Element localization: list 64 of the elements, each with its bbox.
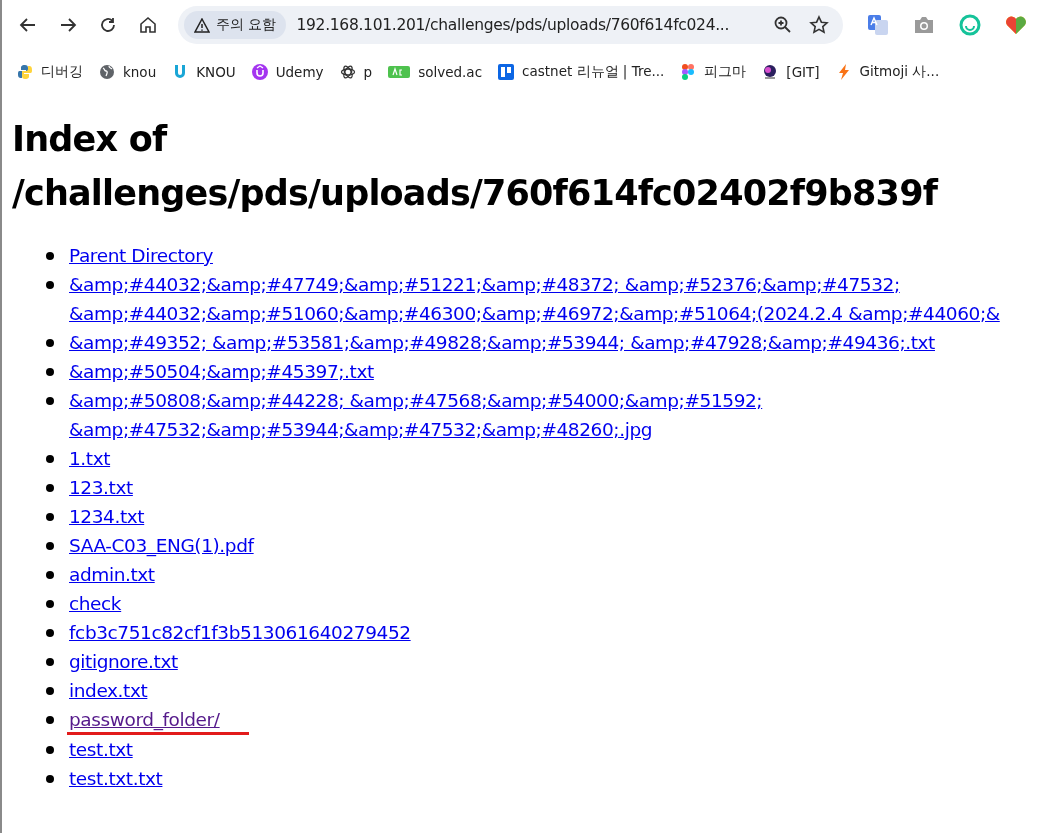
warning-icon	[194, 17, 210, 33]
file-link[interactable]: index.txt	[69, 675, 148, 705]
ac-badge-icon	[388, 64, 411, 80]
file-link[interactable]: admin.txt	[69, 559, 155, 589]
file-link[interactable]: fcb3c751c82cf1f3b513061640279452	[69, 617, 411, 647]
file-link[interactable]: check	[69, 588, 122, 618]
bullet-icon	[46, 483, 54, 492]
bullet-icon	[46, 541, 54, 550]
knot-icon	[339, 64, 356, 80]
file-link[interactable]: 1.txt	[69, 443, 111, 473]
bullet-icon	[46, 512, 54, 521]
reload-icon[interactable]	[99, 16, 117, 34]
translate-icon[interactable]	[867, 14, 889, 36]
bullet-icon	[46, 599, 54, 608]
file-link[interactable]: &amp;#44032;&amp;#47749;&amp;#51221;&amp;#48372; &amp;#52376;&amp;#47532; &amp;#44032;&amp;#51060;&amp;#46300;&amp;#46972;&amp;#51064;(2024.2.4 &amp;#44060;&	[69, 269, 1000, 328]
bullet-icon	[46, 715, 54, 724]
page-heading: Index of /challenges/pds/uploads/760f614fc02402f9b839f	[12, 118, 938, 216]
file-link[interactable]: 1234.txt	[69, 501, 145, 531]
file-link[interactable]: &amp;#49352; &amp;#53581;&amp;#49828;&amp;#53944; &amp;#47928;&amp;#49436;.txt	[69, 327, 935, 357]
forward-icon[interactable]	[59, 16, 77, 34]
file-link[interactable]: test.txt.txt	[69, 763, 163, 793]
trello-icon	[498, 64, 515, 80]
bookmark-item[interactable]: p	[336, 64, 376, 80]
python-icon	[17, 64, 33, 80]
bullet-icon	[46, 686, 54, 695]
figma-icon	[680, 64, 697, 80]
bookmark-item[interactable]: castnet 리뉴얼 | Tre...	[495, 63, 668, 81]
file-link[interactable]: SAA-C03_ENG(1).pdf	[69, 530, 254, 560]
bullet-icon	[46, 251, 54, 260]
bookmark-item[interactable]: knou	[96, 64, 160, 80]
udemy-icon	[251, 64, 268, 80]
bullet-icon	[46, 628, 54, 637]
file-link[interactable]: password_folder/	[69, 704, 249, 734]
heart-icon[interactable]	[1005, 15, 1027, 35]
bullet-icon	[46, 367, 54, 376]
bullet-icon	[46, 338, 54, 347]
file-link[interactable]: test.txt	[69, 734, 133, 764]
bullet-icon	[46, 396, 54, 405]
orb-icon	[762, 64, 779, 80]
bullet-icon	[46, 570, 54, 579]
bookmark-item[interactable]: KNOU	[169, 64, 239, 80]
bookmark-item[interactable]: 피그마	[677, 63, 750, 81]
file-link[interactable]: 123.txt	[69, 472, 133, 502]
bullet-icon	[46, 745, 54, 754]
address-bar[interactable]: 주의 요함 192.168.101.201/challenges/pds/uploads/760f614fc024...	[178, 6, 843, 44]
back-icon[interactable]	[19, 16, 37, 34]
bookmark-item[interactable]: Udemy	[248, 64, 327, 80]
bookmark-item[interactable]: [GIT]	[759, 64, 823, 80]
bullet-icon	[46, 657, 54, 666]
file-link[interactable]: gitignore.txt	[69, 646, 178, 676]
file-link[interactable]: &amp;#50504;&amp;#45397;.txt	[69, 356, 374, 386]
globe-icon	[99, 64, 115, 80]
bullet-icon	[46, 454, 54, 463]
bookmark-item[interactable]: 디버깅	[14, 63, 86, 81]
camera-icon[interactable]	[913, 15, 935, 35]
bookmark-item[interactable]: Gitmoji 사...	[832, 63, 943, 81]
bullet-icon	[46, 774, 54, 783]
url-text: 192.168.101.201/challenges/pds/uploads/760f614fc024...	[296, 16, 731, 34]
file-link[interactable]: &amp;#50808;&amp;#44228; &amp;#47568;&amp;#54000;&amp;#51592; &amp;#47532;&amp;#53944;&amp;#47532;&amp;#48260;.jpg	[69, 385, 763, 444]
file-link[interactable]: Parent Directory	[69, 240, 213, 270]
home-icon[interactable]	[139, 16, 157, 34]
security-chip[interactable]: 주의 요함	[184, 11, 287, 39]
bullet-icon	[46, 280, 54, 289]
bookmark-item[interactable]: solved.ac	[385, 64, 486, 80]
